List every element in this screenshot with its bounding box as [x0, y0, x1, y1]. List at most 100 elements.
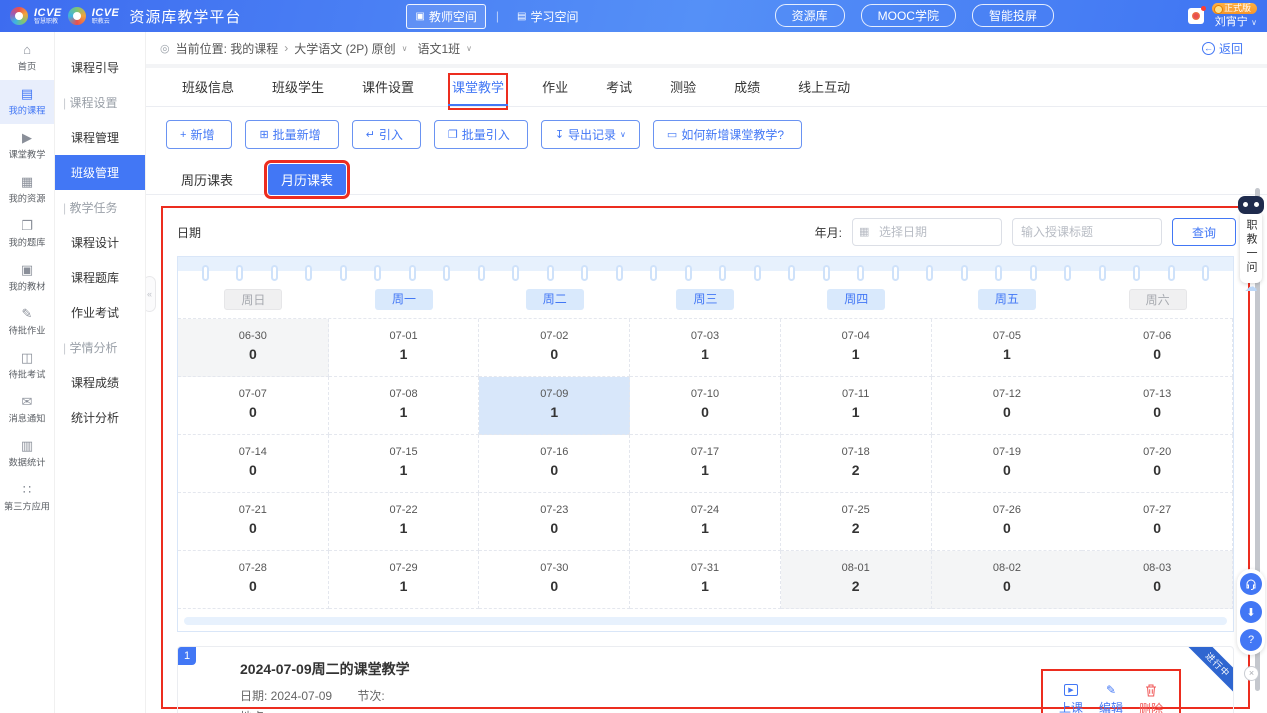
calendar-day-cell[interactable]: 08-03 0	[1082, 551, 1233, 609]
tab-item[interactable]: 课堂教学	[452, 77, 504, 106]
calendar-day-cell[interactable]: 07-19 0	[932, 435, 1083, 493]
calendar-day-cell[interactable]: 07-24 1	[630, 493, 781, 551]
calendar-day-cell[interactable]: 07-18 2	[781, 435, 932, 493]
sidebar-item[interactable]: 课程设计	[55, 225, 145, 260]
calendar-day-cell[interactable]: 07-05 1	[932, 319, 1083, 377]
calendar-day-cell[interactable]: 07-22 1	[329, 493, 480, 551]
calendar-day-cell[interactable]: 07-11 1	[781, 377, 932, 435]
calendar-day-cell[interactable]: 08-01 2	[781, 551, 932, 609]
calendar-day-cell[interactable]: 07-09 1	[479, 377, 630, 435]
calendar-day-cell[interactable]: 07-13 0	[1082, 377, 1233, 435]
back-button[interactable]: ← 返回	[1192, 36, 1253, 61]
delete-lesson-button[interactable]: 删除	[1139, 684, 1163, 713]
rail-item[interactable]: ▦ 我的资源	[0, 168, 54, 212]
rail-item[interactable]: ▣ 我的教材	[0, 256, 54, 300]
rail-item[interactable]: ✉ 消息通知	[0, 388, 54, 432]
calendar-day-cell[interactable]: 07-06 0	[1082, 319, 1233, 377]
calendar-day-cell[interactable]: 07-26 0	[932, 493, 1083, 551]
calendar-day-cell[interactable]: 07-07 0	[178, 377, 329, 435]
collapse-widgets-button[interactable]: ×	[1244, 666, 1259, 681]
tab-item[interactable]: 课件设置	[362, 77, 414, 106]
breadcrumb-course[interactable]: 大学语文 (2P) 原创	[294, 40, 395, 57]
calendar-day-cell[interactable]: 07-28 0	[178, 551, 329, 609]
calendar-day-cell[interactable]: 07-31 1	[630, 551, 781, 609]
rail-item[interactable]: ⌂ 首页	[0, 36, 54, 80]
download-button[interactable]: ⬇	[1240, 601, 1262, 623]
course-caret-icon[interactable]: ∨	[402, 44, 408, 53]
schedule-view-tab[interactable]: 周历课表	[168, 164, 246, 195]
calendar-day-cell[interactable]: 07-12 0	[932, 377, 1083, 435]
breadcrumb-class[interactable]: 语文1班	[417, 40, 460, 57]
calendar-day-cell[interactable]: 07-15 1	[329, 435, 480, 493]
edit-label: 编辑	[1099, 699, 1123, 713]
rail-item[interactable]: ∷ 第三方应用	[0, 476, 54, 520]
sidebar-item[interactable]: 作业考试	[55, 295, 145, 330]
search-button[interactable]: 查询	[1172, 218, 1236, 246]
app-notification-icon[interactable]	[1188, 8, 1204, 24]
calendar-day-cell[interactable]: 07-17 1	[630, 435, 781, 493]
tab-item[interactable]: 成绩	[734, 77, 760, 106]
tab-item[interactable]: 作业	[542, 77, 568, 106]
calendar-day-cell[interactable]: 07-10 0	[630, 377, 781, 435]
calendar-day-cell[interactable]: 07-20 0	[1082, 435, 1233, 493]
sidebar-item[interactable]: 课程成绩	[55, 365, 145, 400]
toolbar-button[interactable]: ▭ 如何新增课堂教学?	[653, 120, 802, 149]
sidebar-item[interactable]: 课程管理	[55, 120, 145, 155]
calendar-day-cell[interactable]: 07-21 0	[178, 493, 329, 551]
edit-lesson-button[interactable]: ✎ 编辑	[1099, 684, 1123, 713]
toolbar-button[interactable]: ↵ 引入	[352, 120, 421, 149]
date-picker-input[interactable]	[852, 218, 1002, 246]
calendar-day-cell[interactable]: 06-30 0	[178, 319, 329, 377]
schedule-view-tab[interactable]: 月历课表	[268, 164, 346, 195]
assistant-widget[interactable]: 职教一问 ☁	[1237, 196, 1265, 295]
header-link-pill[interactable]: 智能投屏	[972, 4, 1054, 27]
cell-lesson-count: 2	[781, 520, 931, 536]
class-caret-icon[interactable]: ∨	[466, 44, 472, 53]
calendar-day-cell[interactable]: 07-16 0	[479, 435, 630, 493]
toolbar-button[interactable]: ❐ 批量引入	[434, 120, 528, 149]
calendar-day-cell[interactable]: 07-08 1	[329, 377, 480, 435]
start-class-button[interactable]: ▶ 上课	[1059, 684, 1083, 713]
lesson-title-input[interactable]	[1012, 218, 1162, 246]
teacher-space-button[interactable]: ▣ 教师空间	[406, 4, 485, 29]
rail-item[interactable]: ▥ 数据统计	[0, 432, 54, 476]
rail-item-icon: ❐	[21, 219, 33, 232]
sidebar-item[interactable]: 课程引导	[55, 50, 145, 85]
calendar-day-cell[interactable]: 07-25 2	[781, 493, 932, 551]
calendar-day-cell[interactable]: 07-02 0	[479, 319, 630, 377]
toolbar-button[interactable]: ⊞ 批量新增	[245, 120, 338, 149]
calendar-day-cell[interactable]: 07-30 0	[479, 551, 630, 609]
toolbar-button[interactable]: + 新增	[166, 120, 232, 149]
calendar-day-cell[interactable]: 08-02 0	[932, 551, 1083, 609]
calendar-day-cell[interactable]: 07-01 1	[329, 319, 480, 377]
user-menu[interactable]: 刘宵宁 ∨	[1215, 14, 1257, 29]
calendar-day-cell[interactable]: 07-27 0	[1082, 493, 1233, 551]
sidebar-item[interactable]: 教学任务	[55, 190, 145, 225]
calendar-day-cell[interactable]: 07-03 1	[630, 319, 781, 377]
tab-item[interactable]: 线上互动	[798, 77, 850, 106]
rail-item[interactable]: ❐ 我的题库	[0, 212, 54, 256]
sidebar-item[interactable]: 班级管理	[55, 155, 145, 190]
tab-item[interactable]: 班级信息	[182, 77, 234, 106]
rail-item[interactable]: ✎ 待批作业	[0, 300, 54, 344]
header-link-pill[interactable]: 资源库	[775, 4, 845, 27]
header-link-pill[interactable]: MOOC学院	[861, 4, 956, 27]
help-button[interactable]: ?	[1240, 629, 1262, 651]
calendar-day-cell[interactable]: 07-14 0	[178, 435, 329, 493]
customer-service-button[interactable]	[1240, 573, 1262, 595]
rail-item[interactable]: ▶ 课堂教学	[0, 124, 54, 168]
tab-item[interactable]: 测验	[670, 77, 696, 106]
calendar-day-cell[interactable]: 07-04 1	[781, 319, 932, 377]
tab-item[interactable]: 考试	[606, 77, 632, 106]
rail-item[interactable]: ◫ 待批考试	[0, 344, 54, 388]
sidebar-item[interactable]: 学情分析	[55, 330, 145, 365]
calendar-day-cell[interactable]: 07-23 0	[479, 493, 630, 551]
calendar-day-cell[interactable]: 07-29 1	[329, 551, 480, 609]
sidebar-item[interactable]: 课程题库	[55, 260, 145, 295]
toolbar-button[interactable]: ↧ 导出记录 ∨	[541, 120, 640, 149]
learning-space-button[interactable]: ▤ 学习空间	[509, 5, 586, 28]
sidebar-item[interactable]: 统计分析	[55, 400, 145, 435]
rail-item[interactable]: ▤ 我的课程	[0, 80, 54, 124]
sidebar-item[interactable]: 课程设置	[55, 85, 145, 120]
tab-item[interactable]: 班级学生	[272, 77, 324, 106]
